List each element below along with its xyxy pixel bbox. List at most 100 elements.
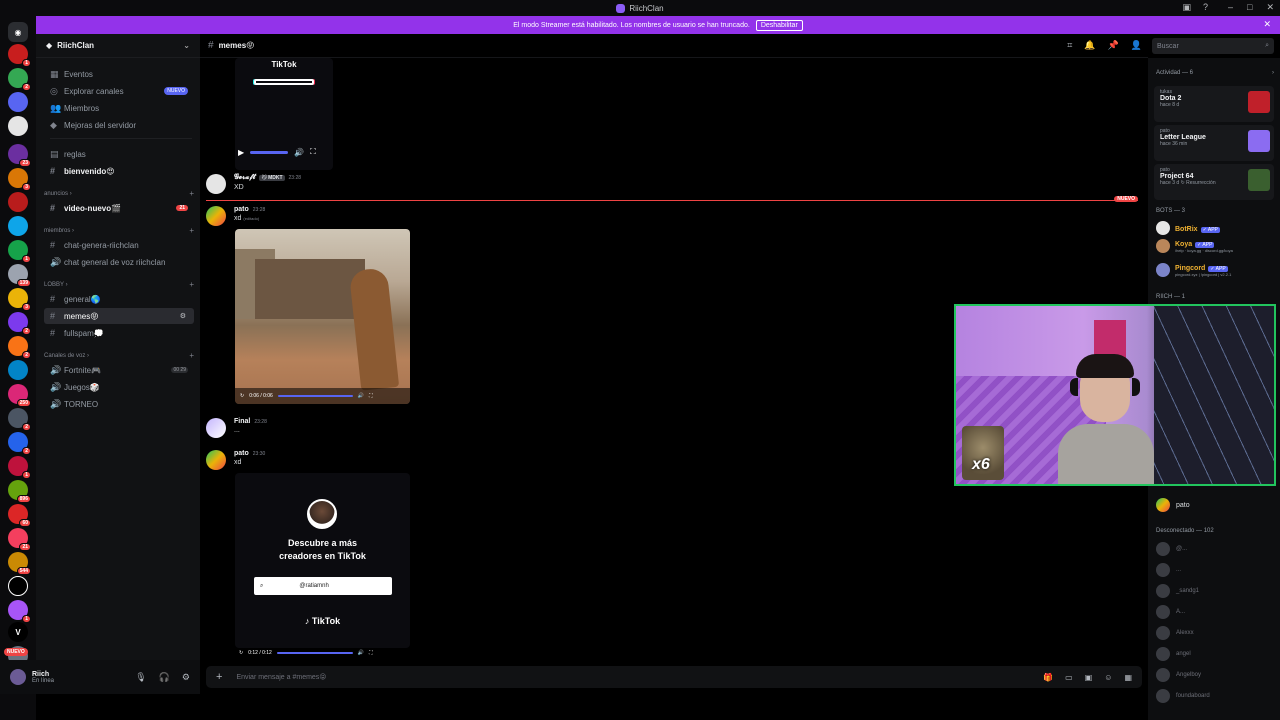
category-anuncios[interactable]: anuncios › + [44,189,194,198]
avatar[interactable] [206,206,226,226]
channel-juegos[interactable]: 🔊 Juegos🎲 [44,379,194,395]
activity-card[interactable]: pato Project 64 hace 3 d ↻ Resurrección [1154,164,1274,200]
message-composer[interactable]: + Enviar mensaje a #memes😝 🎁 ▭ ▣ ☺ ▦ [206,666,1142,688]
member-item[interactable]: foundaboard [1156,689,1210,703]
headphones-icon[interactable]: 🎧 [159,672,170,683]
sidebar-item-explore[interactable]: ◎ Explorar canales NUEVO [44,83,194,99]
disable-streamer-button[interactable]: Deshabilitar [755,19,803,31]
server-icon[interactable]: 3 [8,168,31,191]
channel-fortnite[interactable]: 🔊 Fortnite🎮 00 29 [44,362,194,378]
sidebar-item-boosts[interactable]: ◆ Mejoras del servidor [44,117,194,133]
server-icon[interactable]: V [8,622,28,642]
channel-fullspam[interactable]: # fullspam💭 [44,325,194,341]
member-item[interactable]: Angelboy [1156,668,1201,682]
channel-bienvenido[interactable]: # bienvenido😍 [44,163,194,179]
server-icon[interactable]: 2 [8,432,31,455]
member-item[interactable]: ... [1156,563,1181,577]
server-icon[interactable] [8,360,28,380]
sidebar-item-events[interactable]: ▦ Eventos [44,66,194,82]
avatar[interactable] [206,450,226,470]
server-icon[interactable]: 2 [8,68,31,91]
chevron-right-icon[interactable]: › [1272,70,1274,76]
avatar[interactable] [10,669,26,685]
activity-card[interactable]: tukas Dota 2 hace 8 d [1154,86,1274,122]
server-icon[interactable]: 60 [8,504,31,527]
server-icon[interactable]: 1 [8,600,31,623]
server-icon[interactable]: 3 [8,288,31,311]
member-bot[interactable]: Pingcord ✓ APP pingcord.xyz | !pingcord | … [1156,262,1274,278]
volume-icon[interactable]: 🔊 [358,650,364,656]
server-icon[interactable]: 2 [8,312,31,335]
server-icon[interactable]: 23 [8,144,31,167]
fullscreen-icon[interactable]: ⛶ [369,393,373,399]
server-icon[interactable]: 1 [8,44,31,67]
category-miembros[interactable]: miembros › + [44,226,194,235]
close-banner-icon[interactable]: ✕ [1263,19,1271,30]
fullscreen-icon[interactable]: ⛶ [310,147,316,157]
progress-bar[interactable] [277,395,353,397]
threads-icon[interactable]: ⌗ [1067,40,1072,51]
member-list-icon[interactable]: 👤 [1131,40,1142,51]
member-bot[interactable]: Koya ✓ APP/help · koya.gg · discord.gg/ko… [1156,238,1274,254]
server-icon[interactable]: 21 [8,528,31,551]
server-icon[interactable]: 2 [8,408,31,431]
volume-icon[interactable]: 🔊 [358,393,364,399]
minimize-button[interactable]: – [1228,2,1233,13]
member-item[interactable]: A... [1156,605,1185,619]
channel-torneo[interactable]: 🔊 TORNEO [44,396,194,412]
maximize-button[interactable]: □ [1247,2,1252,13]
tiktok-search-box[interactable]: ⌕ @ratiamnh [254,577,392,595]
member-item[interactable]: Alexxx [1156,626,1194,640]
emoji-icon[interactable]: ☺ [1104,673,1112,682]
volume-icon[interactable]: 🔊 [294,148,304,157]
progress-bar[interactable] [250,150,289,154]
search-input[interactable]: Buscar ⌕ [1152,38,1274,54]
bell-icon[interactable]: 🔔 [1084,40,1095,51]
help-icon[interactable]: ? [1203,2,1208,13]
server-icon[interactable] [8,192,28,212]
pin-icon[interactable]: 📌 [1108,40,1119,51]
author-name[interactable]: 𝓖𝓮𝓻𝓪𝓯𝓽 [234,174,255,182]
server-icon[interactable] [8,116,28,136]
play-icon[interactable]: ▶ [238,148,244,157]
close-button[interactable]: ✕ [1266,2,1274,13]
server-icon[interactable]: 2 [8,336,31,359]
add-channel-icon[interactable]: + [189,351,194,360]
video-attachment[interactable]: ↻ 0:06 / 0:06 🔊 ⛶ [235,229,410,404]
member-item[interactable]: pato [1156,498,1190,512]
server-icon[interactable]: 139 [8,264,31,287]
server-icon[interactable]: 250 [8,384,31,407]
server-icon[interactable] [8,576,28,596]
server-icon[interactable]: 896 [8,480,31,503]
member-item[interactable]: @... [1156,542,1187,556]
channel-reglas[interactable]: ▤ reglas [44,146,194,162]
server-icon[interactable]: 1 [8,240,31,263]
member-item[interactable]: _sandg1 [1156,584,1199,598]
new-servers-pill[interactable]: NUEVO [4,648,28,656]
channel-chat-voz[interactable]: 🔊 chat general de voz riichclan [44,254,194,270]
gift-icon[interactable]: 🎁 [1043,673,1053,682]
sidebar-item-members[interactable]: 👥 Miembros [44,100,194,116]
fullscreen-icon[interactable]: ⛶ [369,650,373,656]
channel-chat-genera[interactable]: # chat-genera-riichclan [44,237,194,253]
channel-general[interactable]: # general🌎 [44,291,194,307]
member-item[interactable]: angel [1156,647,1191,661]
server-icon[interactable]: 1 [8,456,31,479]
server-header[interactable]: ◆ RiichClan ⌄ [36,34,200,58]
category-lobby[interactable]: LOBBY › + [44,280,194,289]
progress-bar[interactable] [276,652,353,654]
gif-icon[interactable]: ▭ [1065,673,1073,682]
apps-icon[interactable]: ▦ [1124,673,1132,682]
activity-card[interactable]: pato Letter League hace 36 min [1154,125,1274,161]
inbox-icon[interactable]: ▣ [1182,2,1191,13]
discord-home-icon[interactable]: ◉ [8,22,28,42]
channel-settings-icon[interactable]: ⚙ [180,312,188,320]
replay-icon[interactable]: ↻ [239,650,243,656]
avatar[interactable] [206,418,226,438]
sticker-icon[interactable]: ▣ [1085,673,1093,682]
tiktok-embed[interactable]: Descubre a más creadores en TikTok ⌕ @rati… [235,473,410,656]
microphone-icon[interactable]: 🎙 [135,672,146,683]
channel-video-nuevo[interactable]: # video-nuevo🎬 21 [44,200,194,216]
server-icon[interactable]: 544 [8,552,31,575]
gear-icon[interactable]: ⚙ [182,672,190,683]
